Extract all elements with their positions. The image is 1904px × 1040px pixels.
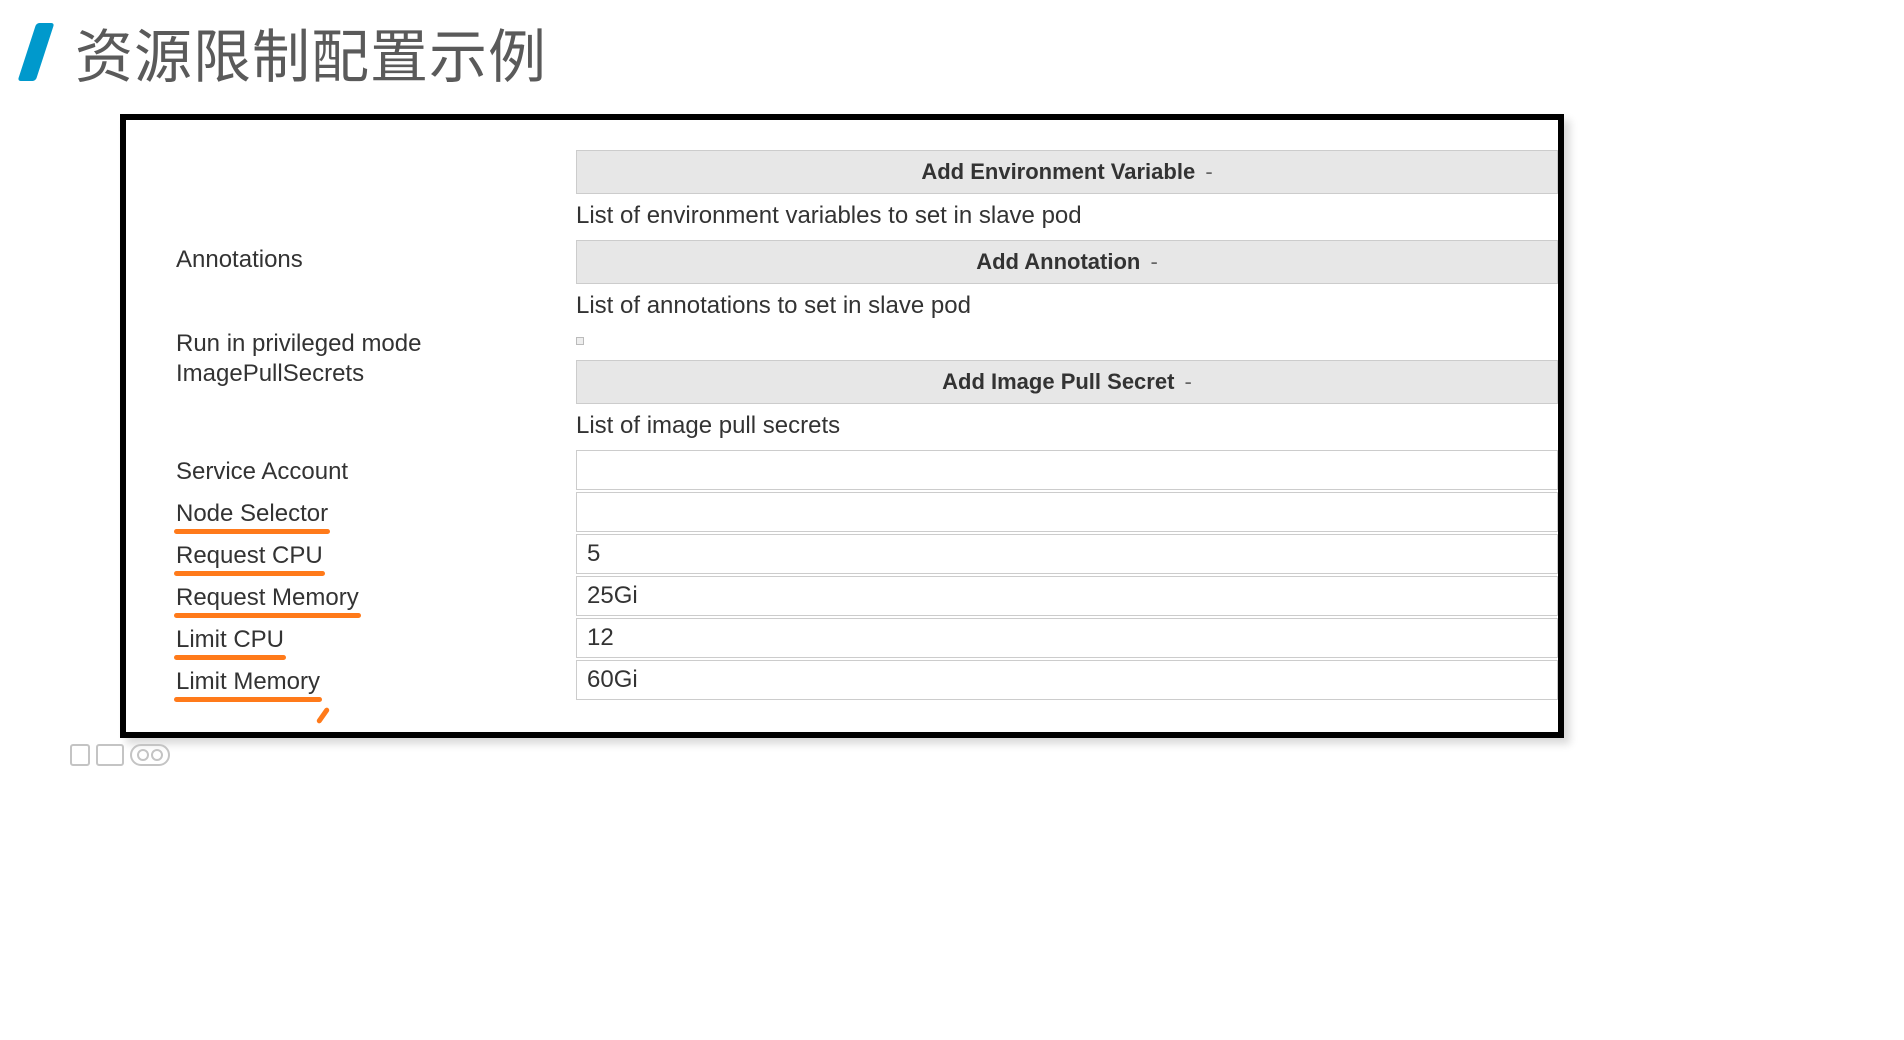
label-request-cpu: Request CPU bbox=[176, 542, 323, 570]
label-privileged: Run in privileged mode bbox=[176, 330, 576, 358]
add-environment-variable-button[interactable]: Add Environment Variable - bbox=[576, 150, 1558, 194]
view-mode-icon[interactable] bbox=[70, 744, 90, 766]
add-environment-variable-label: Add Environment Variable bbox=[921, 159, 1195, 184]
row-limit-cpu: Limit CPU bbox=[176, 618, 1558, 658]
row-request-memory: Request Memory bbox=[176, 576, 1558, 616]
row-service-account: Service Account bbox=[176, 450, 1558, 490]
request-cpu-input[interactable] bbox=[576, 534, 1558, 574]
row-image-pull-secrets: ImagePullSecrets Add Image Pull Secret -… bbox=[176, 360, 1558, 444]
label-image-pull-secrets: ImagePullSecrets bbox=[176, 360, 576, 388]
add-annotation-label: Add Annotation bbox=[976, 249, 1140, 274]
row-privileged: Run in privileged mode bbox=[176, 330, 1558, 358]
limit-cpu-input[interactable] bbox=[576, 618, 1558, 658]
limit-memory-input[interactable] bbox=[576, 660, 1558, 700]
view-mode-icon[interactable] bbox=[96, 744, 124, 766]
label-request-memory: Request Memory bbox=[176, 584, 359, 612]
annotations-helper: List of annotations to set in slave pod bbox=[576, 292, 1558, 320]
add-image-pull-secret-label: Add Image Pull Secret bbox=[942, 369, 1174, 394]
label-limit-cpu: Limit CPU bbox=[176, 626, 284, 654]
title-accent-bar bbox=[18, 23, 55, 81]
bottom-toolbar-icons bbox=[70, 744, 1884, 766]
add-annotation-button[interactable]: Add Annotation - bbox=[576, 240, 1558, 284]
row-annotations: Annotations Add Annotation - List of ann… bbox=[176, 240, 1558, 324]
node-selector-input[interactable] bbox=[576, 492, 1558, 532]
dropdown-caret-icon: - bbox=[1205, 159, 1212, 184]
row-node-selector: Node Selector bbox=[176, 492, 1558, 532]
dropdown-caret-icon: - bbox=[1150, 249, 1157, 274]
config-panel: Add Environment Variable - List of envir… bbox=[120, 114, 1564, 738]
add-image-pull-secret-button[interactable]: Add Image Pull Secret - bbox=[576, 360, 1558, 404]
label-limit-memory: Limit Memory bbox=[176, 668, 320, 696]
row-env-variable: Add Environment Variable - List of envir… bbox=[176, 150, 1558, 234]
dropdown-caret-icon: - bbox=[1185, 369, 1192, 394]
slide-title: 资源限制配置示例 bbox=[75, 10, 547, 94]
label-node-selector: Node Selector bbox=[176, 500, 328, 528]
service-account-input[interactable] bbox=[576, 450, 1558, 490]
privileged-checkbox[interactable] bbox=[576, 337, 584, 345]
label-service-account: Service Account bbox=[176, 454, 576, 486]
request-memory-input[interactable] bbox=[576, 576, 1558, 616]
label-empty bbox=[176, 150, 576, 156]
label-annotations: Annotations bbox=[176, 240, 576, 274]
recorder-icon[interactable] bbox=[130, 744, 170, 766]
row-limit-memory: Limit Memory bbox=[176, 660, 1558, 700]
image-pull-secrets-helper: List of image pull secrets bbox=[576, 412, 1558, 440]
slide-title-row: 资源限制配置示例 bbox=[15, 10, 1884, 94]
row-request-cpu: Request CPU bbox=[176, 534, 1558, 574]
env-variable-helper: List of environment variables to set in … bbox=[576, 202, 1558, 230]
